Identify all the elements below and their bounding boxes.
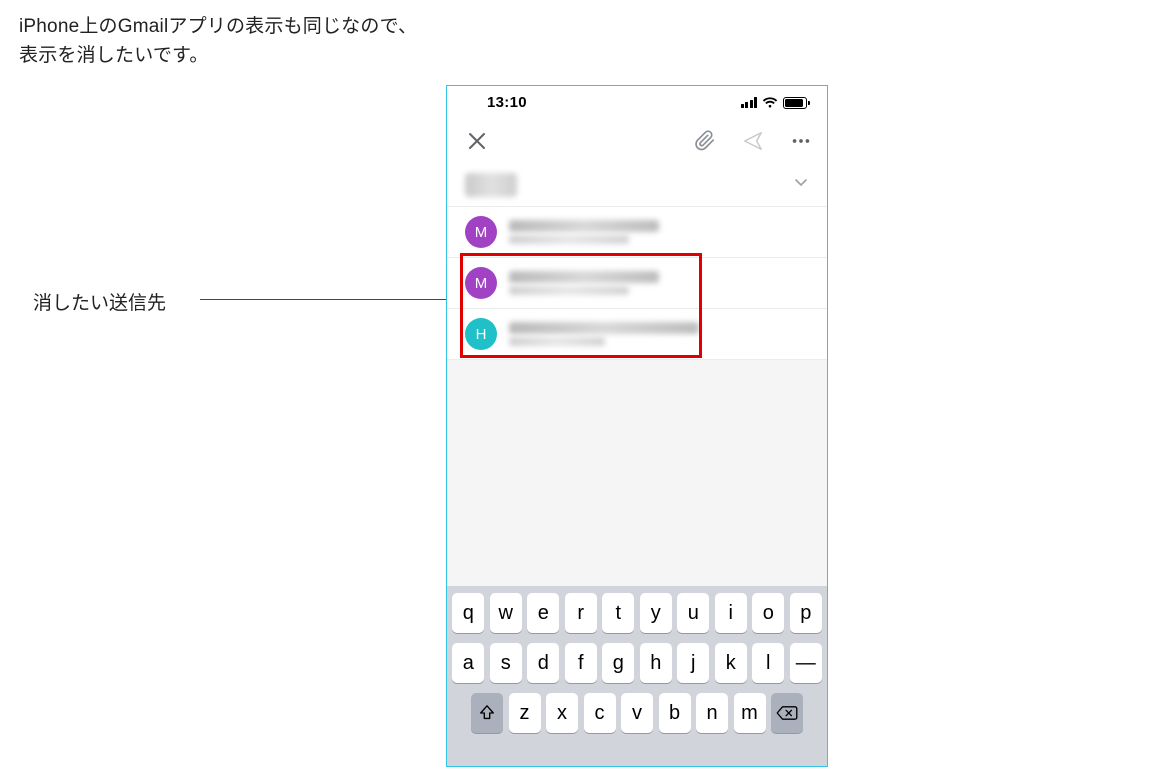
contact-suggestions: M M H <box>447 207 827 360</box>
send-button[interactable] <box>741 129 765 153</box>
status-bar: 13:10 <box>447 86 827 119</box>
avatar-letter: M <box>475 275 488 292</box>
key-e[interactable]: e <box>527 593 559 633</box>
status-icons <box>741 97 810 109</box>
ios-keyboard: q w e r t y u i o p a s d f g h j k l — <box>447 586 827 767</box>
key-m[interactable]: m <box>734 693 766 733</box>
suggestion-text-blurred <box>509 322 699 346</box>
key-b[interactable]: b <box>659 693 691 733</box>
key-y[interactable]: y <box>640 593 672 633</box>
key-w[interactable]: w <box>490 593 522 633</box>
shift-icon <box>478 704 496 722</box>
shift-key[interactable] <box>471 693 503 733</box>
compose-toolbar <box>447 119 827 163</box>
key-x[interactable]: x <box>546 693 578 733</box>
key-t[interactable]: t <box>602 593 634 633</box>
keyboard-row-2: a s d f g h j k l — <box>451 643 823 683</box>
caption-line2: 表示を消したいです。 <box>19 45 209 66</box>
key-g[interactable]: g <box>602 643 634 683</box>
annotation-label: 消したい送信先 <box>33 288 166 315</box>
key-z[interactable]: z <box>509 693 541 733</box>
key-q[interactable]: q <box>452 593 484 633</box>
more-button[interactable] <box>789 129 813 153</box>
attach-button[interactable] <box>693 129 717 153</box>
cellular-signal-icon <box>741 97 758 108</box>
key-dash[interactable]: — <box>790 643 822 683</box>
caption-line1: iPhone上のGmailアプリの表示も同じなので、 <box>19 16 417 37</box>
send-icon <box>742 130 764 152</box>
suggestion-text-blurred <box>509 220 659 244</box>
key-j[interactable]: j <box>677 643 709 683</box>
avatar: H <box>465 318 497 350</box>
close-button[interactable] <box>465 129 489 153</box>
keyboard-row-3: z x c v b n m <box>451 693 823 733</box>
battery-icon <box>783 97 807 109</box>
key-h[interactable]: h <box>640 643 672 683</box>
key-p[interactable]: p <box>790 593 822 633</box>
status-time: 13:10 <box>465 94 527 111</box>
paperclip-icon <box>694 130 716 152</box>
phone-screenshot: 13:10 M <box>446 85 828 767</box>
key-d[interactable]: d <box>527 643 559 683</box>
expand-recipients-button[interactable] <box>793 174 809 195</box>
backspace-icon <box>776 705 798 721</box>
avatar-letter: M <box>475 224 488 241</box>
key-o[interactable]: o <box>752 593 784 633</box>
to-field-row[interactable] <box>447 163 827 207</box>
key-a[interactable]: a <box>452 643 484 683</box>
key-k[interactable]: k <box>715 643 747 683</box>
suggestion-item[interactable]: M <box>447 258 827 309</box>
suggestion-text-blurred <box>509 271 659 295</box>
key-n[interactable]: n <box>696 693 728 733</box>
key-l[interactable]: l <box>752 643 784 683</box>
key-c[interactable]: c <box>584 693 616 733</box>
key-f[interactable]: f <box>565 643 597 683</box>
to-field-blurred-value <box>465 173 517 197</box>
suggestion-item[interactable]: H <box>447 309 827 360</box>
key-u[interactable]: u <box>677 593 709 633</box>
caption-text: iPhone上のGmailアプリの表示も同じなので、 表示を消したいです。 <box>19 12 417 71</box>
chevron-down-icon <box>793 174 809 190</box>
avatar: M <box>465 216 497 248</box>
key-r[interactable]: r <box>565 593 597 633</box>
close-icon <box>468 132 486 150</box>
suggestion-item[interactable]: M <box>447 207 827 258</box>
key-s[interactable]: s <box>490 643 522 683</box>
empty-area <box>447 360 827 586</box>
keyboard-row-1: q w e r t y u i o p <box>451 593 823 633</box>
annotation-leader-line <box>200 299 462 300</box>
avatar-letter: H <box>476 326 487 343</box>
key-v[interactable]: v <box>621 693 653 733</box>
more-horizontal-icon <box>790 130 812 152</box>
key-i[interactable]: i <box>715 593 747 633</box>
wifi-icon <box>762 97 778 109</box>
backspace-key[interactable] <box>771 693 803 733</box>
avatar: M <box>465 267 497 299</box>
